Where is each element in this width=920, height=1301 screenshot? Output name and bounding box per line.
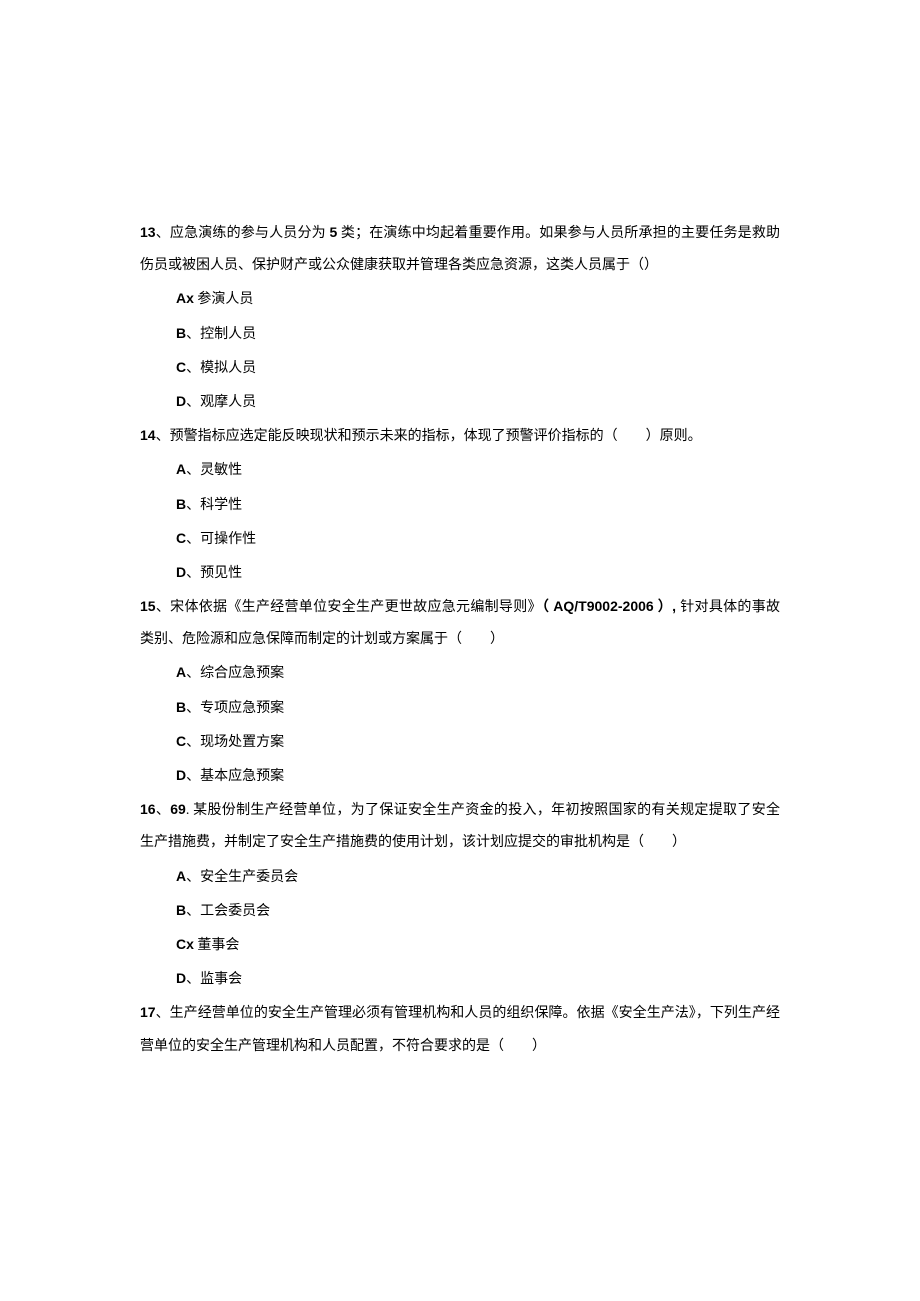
option-label: C xyxy=(176,530,186,546)
question-stem: 17、生产经营单位的安全生产管理必须有管理机构和人员的组织保障。依据《安全生产法… xyxy=(140,996,780,1062)
option-b: B、专项应急预案 xyxy=(140,691,780,725)
option-d: D、监事会 xyxy=(140,962,780,996)
option-a: A、灵敏性 xyxy=(140,453,780,487)
question-number: 15 xyxy=(140,598,156,614)
option-text: 安全生产委员会 xyxy=(200,870,298,885)
question-stem: 14、预警指标应选定能反映现状和预示未来的指标，体现了预警评价指标的（ ）原则。 xyxy=(140,419,780,453)
option-text: 控制人员 xyxy=(200,327,256,342)
stem-text: . 某股份制生产经营单位，为了保证安全生产资金的投入，年初按照国家的有关规定提取… xyxy=(140,803,780,850)
question-number: 13 xyxy=(140,224,156,240)
option-label: A xyxy=(176,664,186,680)
stem-text: 、预警指标应选定能反映现状和预示未来的指标，体现了预警评价指标的（ ）原则。 xyxy=(156,429,702,444)
option-label: A xyxy=(176,868,186,884)
stem-text: 、应急演练的参与人员分为 xyxy=(156,226,330,241)
option-sep: 、 xyxy=(186,463,200,478)
option-text: 科学性 xyxy=(200,498,242,513)
option-text: 综合应急预案 xyxy=(200,666,284,681)
option-sep: 、 xyxy=(186,769,200,784)
option-c: C、可操作性 xyxy=(140,522,780,556)
option-sep: 、 xyxy=(186,972,200,987)
option-text: 现场处置方案 xyxy=(200,735,284,750)
option-a: A、综合应急预案 xyxy=(140,656,780,690)
stem-bold: 69 xyxy=(170,801,186,817)
stem-text: 、宋体依据《生产经营单位安全生产更世故应急元编制导则》 xyxy=(156,600,542,615)
option-text: 监事会 xyxy=(200,972,242,987)
option-text: 模拟人员 xyxy=(200,361,256,376)
option-sep: 、 xyxy=(186,701,200,716)
option-a: Ax 参演人员 xyxy=(140,282,780,316)
option-label: D xyxy=(176,767,186,783)
option-sep: 、 xyxy=(186,666,200,681)
option-b: B、工会委员会 xyxy=(140,894,780,928)
question-number: 16 xyxy=(140,801,156,817)
option-c: Cx 董事会 xyxy=(140,928,780,962)
question-13: 13、应急演练的参与人员分为 5 类；在演练中均起着重要作用。如果参与人员所承担… xyxy=(140,216,780,419)
option-d: D、基本应急预案 xyxy=(140,759,780,793)
question-14: 14、预警指标应选定能反映现状和预示未来的指标，体现了预警评价指标的（ ）原则。… xyxy=(140,419,780,590)
question-17: 17、生产经营单位的安全生产管理必须有管理机构和人员的组织保障。依据《安全生产法… xyxy=(140,996,780,1062)
option-label: B xyxy=(176,496,186,512)
option-text: 灵敏性 xyxy=(200,463,242,478)
question-stem: 16、69. 某股份制生产经营单位，为了保证安全生产资金的投入，年初按照国家的有… xyxy=(140,793,780,859)
option-label: A xyxy=(176,461,186,477)
option-b: B、控制人员 xyxy=(140,317,780,351)
option-b: B、科学性 xyxy=(140,488,780,522)
option-label: B xyxy=(176,325,186,341)
option-sep: 、 xyxy=(186,327,200,342)
option-sep: 、 xyxy=(186,532,200,547)
option-a: A、安全生产委员会 xyxy=(140,860,780,894)
option-sep: 、 xyxy=(186,735,200,750)
option-label: B xyxy=(176,699,186,715)
option-sep: 、 xyxy=(186,870,200,885)
question-stem: 13、应急演练的参与人员分为 5 类；在演练中均起着重要作用。如果参与人员所承担… xyxy=(140,216,780,282)
option-sep: 、 xyxy=(186,395,200,410)
option-text: 可操作性 xyxy=(200,532,256,547)
option-sep: 、 xyxy=(186,904,200,919)
option-text: 预见性 xyxy=(200,566,242,581)
option-label: Cx xyxy=(176,936,194,952)
option-text: 专项应急预案 xyxy=(200,701,284,716)
stem-text: 、 xyxy=(156,803,171,818)
option-label: C xyxy=(176,733,186,749)
question-stem: 15、宋体依据《生产经营单位安全生产更世故应急元编制导则》（ AQ/T9002-… xyxy=(140,590,780,656)
option-d: D、观摩人员 xyxy=(140,385,780,419)
option-label: B xyxy=(176,902,186,918)
option-label: D xyxy=(176,970,186,986)
option-sep: 、 xyxy=(186,361,200,376)
option-c: C、模拟人员 xyxy=(140,351,780,385)
option-label: C xyxy=(176,359,186,375)
stem-text: 、生产经营单位的安全生产管理必须有管理机构和人员的组织保障。依据《安全生产法》，… xyxy=(140,1006,780,1053)
option-c: C、现场处置方案 xyxy=(140,725,780,759)
option-label: D xyxy=(176,393,186,409)
option-text: 观摩人员 xyxy=(200,395,256,410)
question-16: 16、69. 某股份制生产经营单位，为了保证安全生产资金的投入，年初按照国家的有… xyxy=(140,793,780,996)
option-label: D xyxy=(176,564,186,580)
option-sep: 、 xyxy=(186,498,200,513)
question-number: 17 xyxy=(140,1004,156,1020)
option-text: 董事会 xyxy=(197,938,239,953)
option-text: 工会委员会 xyxy=(200,904,270,919)
stem-bold: （ AQ/T9002-2006 ）, xyxy=(542,598,680,614)
question-15: 15、宋体依据《生产经营单位安全生产更世故应急元编制导则》（ AQ/T9002-… xyxy=(140,590,780,793)
option-label: Ax xyxy=(176,290,194,306)
option-text: 基本应急预案 xyxy=(200,769,284,784)
option-text: 参演人员 xyxy=(197,292,253,307)
option-sep: 、 xyxy=(186,566,200,581)
option-d: D、预见性 xyxy=(140,556,780,590)
question-number: 14 xyxy=(140,427,156,443)
